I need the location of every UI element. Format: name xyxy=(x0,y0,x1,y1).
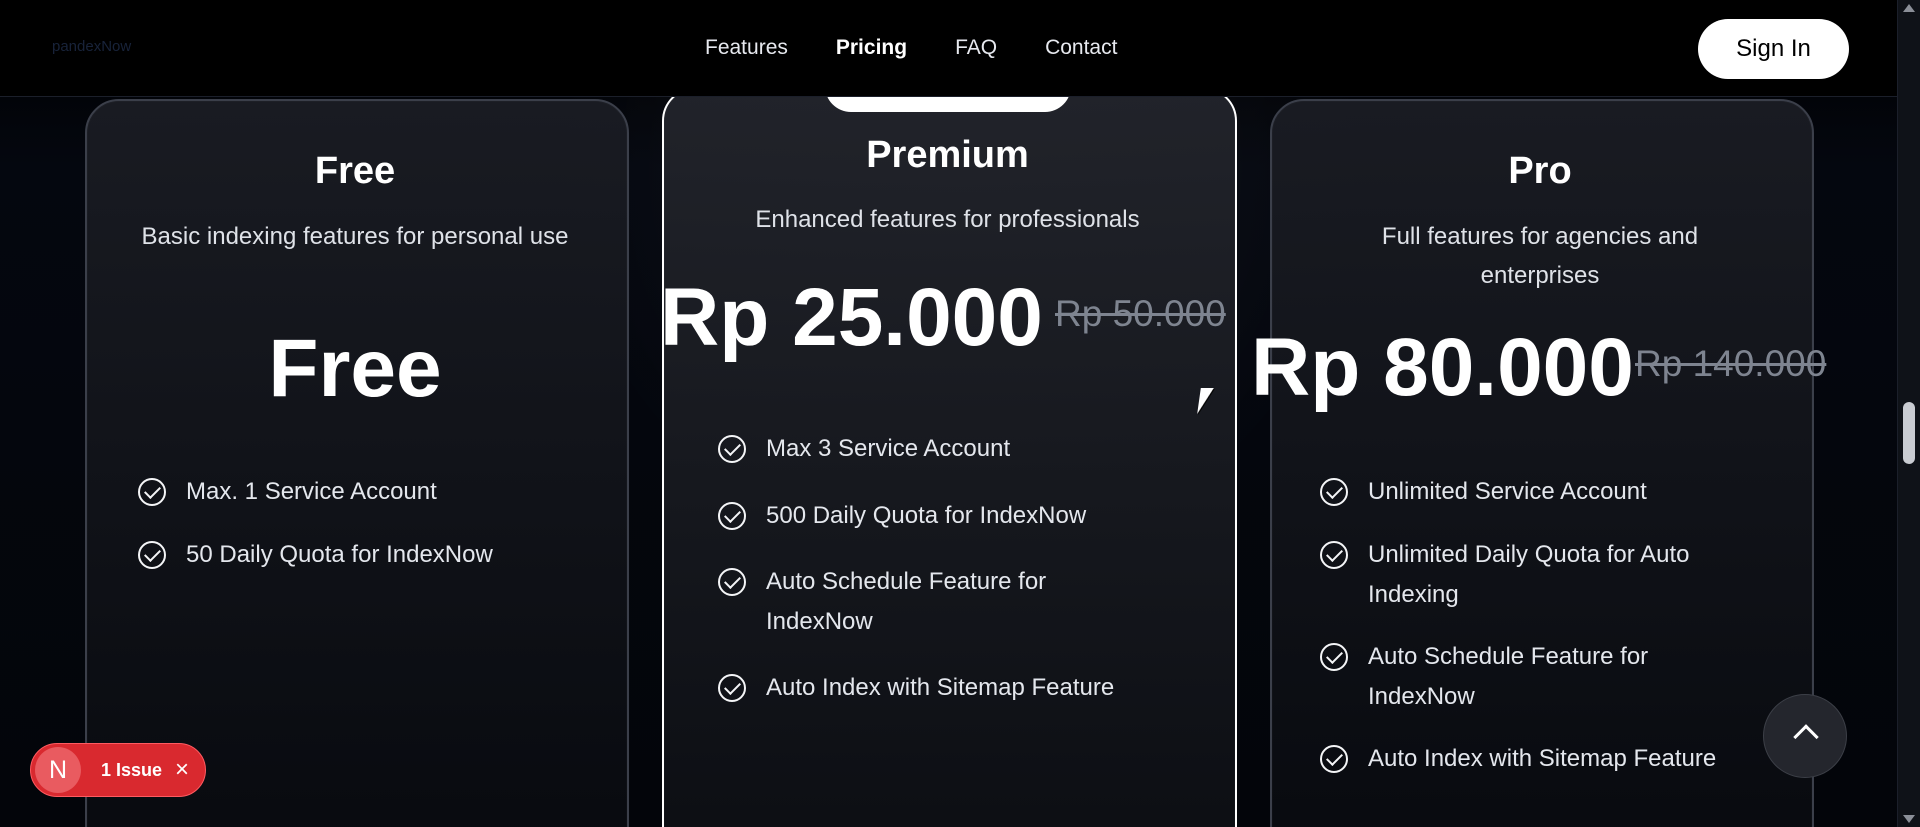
plan-title-pro: Pro xyxy=(1508,150,1572,192)
feature-item-premium-2: 500 Daily Quota for IndexNow xyxy=(718,496,1178,536)
plan-title-premium: Premium xyxy=(866,134,1029,176)
feature-item-premium-3: Auto Schedule Feature for IndexNow xyxy=(718,562,1078,642)
scroll-to-top-button[interactable] xyxy=(1763,694,1847,778)
check-circle-icon xyxy=(718,502,746,530)
check-circle-icon xyxy=(138,541,166,569)
scroll-down-arrow-icon[interactable] xyxy=(1903,815,1915,823)
pricing-card-pro xyxy=(1270,99,1814,827)
feature-item-pro-1: Unlimited Service Account xyxy=(1320,472,1750,512)
feature-label: Auto Index with Sitemap Feature xyxy=(1368,745,1717,772)
navigation-bar: pandexNow Features Pricing FAQ Contact S… xyxy=(0,0,1897,97)
feature-item-premium-1: Max 3 Service Account xyxy=(718,429,1178,469)
feature-item-premium-4: Auto Index with Sitemap Feature xyxy=(718,668,1178,708)
check-circle-icon xyxy=(1320,478,1348,506)
main-nav: Features Pricing FAQ Contact xyxy=(705,36,1117,60)
feature-item-pro-2: Unlimited Daily Quota for Auto Indexing xyxy=(1320,535,1750,615)
issue-count-label: 1 Issue xyxy=(101,759,163,780)
issue-badge[interactable]: N 1 Issue × xyxy=(30,743,206,797)
check-circle-icon xyxy=(718,435,746,463)
plan-title-free: Free xyxy=(314,150,396,192)
feature-label: Auto Index with Sitemap Feature xyxy=(766,674,1115,701)
pricing-card-free xyxy=(85,99,629,827)
feature-label: 50 Daily Quota for IndexNow xyxy=(186,541,493,568)
feature-label: Unlimited Daily Quota for Auto Indexing xyxy=(1368,541,1690,608)
feature-item-pro-4: Auto Index with Sitemap Feature xyxy=(1320,739,1760,779)
feature-label: Auto Schedule Feature for IndexNow xyxy=(766,568,1047,635)
feature-item-pro-3: Auto Schedule Feature for IndexNow xyxy=(1320,637,1700,717)
plan-description-free: Basic indexing features for personal use xyxy=(141,223,569,250)
nav-link-pricing[interactable]: Pricing xyxy=(836,36,907,60)
check-circle-icon xyxy=(1320,643,1348,671)
feature-label: Max. 1 Service Account xyxy=(186,478,437,505)
check-circle-icon xyxy=(1320,745,1348,773)
check-circle-icon xyxy=(1320,541,1348,569)
feature-label: 500 Daily Quota for IndexNow xyxy=(766,502,1087,529)
price-free: Free xyxy=(268,323,442,414)
nav-link-faq[interactable]: FAQ xyxy=(955,36,997,60)
nav-link-features[interactable]: Features xyxy=(705,36,788,60)
nextjs-logo-icon: N xyxy=(35,747,81,793)
check-circle-icon xyxy=(718,674,746,702)
price-pro: Rp 80.000 xyxy=(1251,322,1634,413)
plan-description-pro: Full features for agencies and enterpris… xyxy=(1381,223,1699,289)
plan-description-premium: Enhanced features for professionals xyxy=(755,206,1140,233)
brand-logo[interactable]: pandexNow xyxy=(52,38,131,55)
price-premium: Rp 25.000 xyxy=(660,272,1043,363)
pricing-page: pandexNow Features Pricing FAQ Contact S… xyxy=(0,0,1920,827)
scrollbar-thumb[interactable] xyxy=(1903,402,1915,464)
scroll-up-arrow-icon[interactable] xyxy=(1903,4,1915,12)
check-circle-icon xyxy=(138,478,166,506)
check-circle-icon xyxy=(718,568,746,596)
feature-label: Auto Schedule Feature for IndexNow xyxy=(1368,643,1649,710)
old-price-premium: Rp 50.000 xyxy=(1055,293,1226,334)
close-icon[interactable]: × xyxy=(175,758,189,782)
feature-item-free-2: 50 Daily Quota for IndexNow xyxy=(138,535,598,575)
feature-label: Max 3 Service Account xyxy=(766,435,1011,462)
nav-link-contact[interactable]: Contact xyxy=(1045,36,1117,60)
sign-in-button[interactable]: Sign In xyxy=(1698,19,1849,79)
feature-item-free-1: Max. 1 Service Account xyxy=(138,472,598,512)
vertical-scrollbar[interactable] xyxy=(1897,0,1920,827)
feature-label: Unlimited Service Account xyxy=(1368,478,1647,505)
old-price-pro: Rp 140.000 xyxy=(1635,343,1827,384)
